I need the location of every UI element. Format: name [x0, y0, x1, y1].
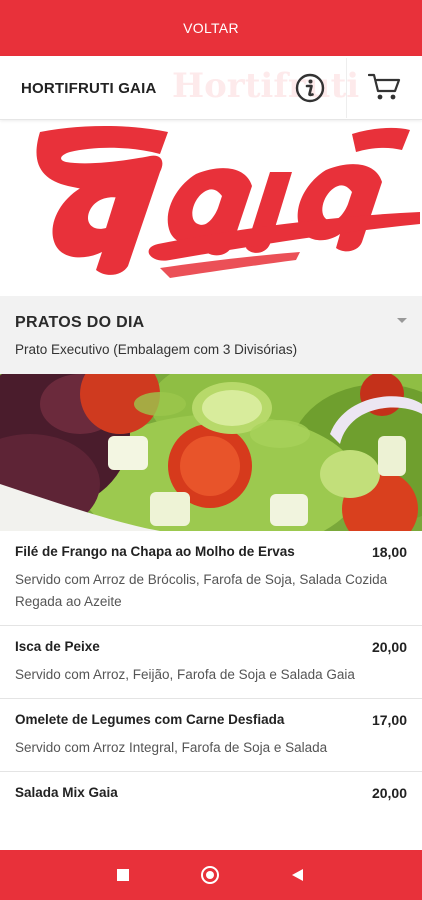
system-nav-bar — [0, 850, 422, 900]
section-title: PRATOS DO DIA — [15, 314, 145, 331]
item-price: 18,00 — [371, 544, 407, 560]
item-price: 20,00 — [371, 639, 407, 655]
circle-icon[interactable] — [201, 866, 219, 884]
menu-item[interactable]: Filé de Frango na Chapa ao Molho de Erva… — [0, 531, 422, 626]
cart-icon[interactable] — [367, 72, 402, 102]
store-name: HORTIFRUTI GAIA — [21, 80, 157, 97]
info-icon[interactable] — [294, 72, 326, 104]
menu-list: Filé de Frango na Chapa ao Molho de Erva… — [0, 531, 422, 814]
section-header[interactable]: PRATOS DO DIA Prato Executivo (Embalagem… — [0, 296, 422, 374]
header-watermark: Hortifruti — [172, 66, 360, 106]
app-header: Hortifruti HORTIFRUTI GAIA — [0, 56, 422, 120]
item-price: 17,00 — [371, 712, 407, 728]
item-name: Isca de Peixe — [15, 639, 100, 654]
top-bar: VOLTAR — [0, 0, 422, 56]
salad-photo — [0, 374, 422, 531]
item-price: 20,00 — [371, 785, 407, 801]
brand-banner — [0, 120, 422, 296]
item-description: Servido com Arroz de Brócolis, Farofa de… — [15, 572, 388, 609]
square-icon[interactable] — [117, 869, 129, 881]
menu-item[interactable]: Salada Mix Gaia 20,00 — [0, 772, 422, 814]
menu-item[interactable]: Omelete de Legumes com Carne Desfiada 17… — [0, 699, 422, 772]
menu-item[interactable]: Isca de Peixe 20,00 Servido com Arroz, F… — [0, 626, 422, 699]
item-name: Filé de Frango na Chapa ao Molho de Erva… — [15, 544, 295, 559]
item-name: Omelete de Legumes com Carne Desfiada — [15, 712, 285, 727]
triangle-back-icon[interactable] — [292, 869, 303, 881]
header-divider — [346, 58, 347, 118]
item-name: Salada Mix Gaia — [15, 785, 118, 800]
back-button[interactable]: VOLTAR — [183, 20, 239, 36]
chevron-down-icon[interactable] — [397, 318, 407, 323]
section-subtitle: Prato Executivo (Embalagem com 3 Divisór… — [15, 342, 298, 357]
gaia-logo — [36, 126, 421, 278]
item-description: Servido com Arroz Integral, Farofa de So… — [15, 740, 328, 755]
item-description: Servido com Arroz, Feijão, Farofa de Soj… — [15, 667, 355, 682]
